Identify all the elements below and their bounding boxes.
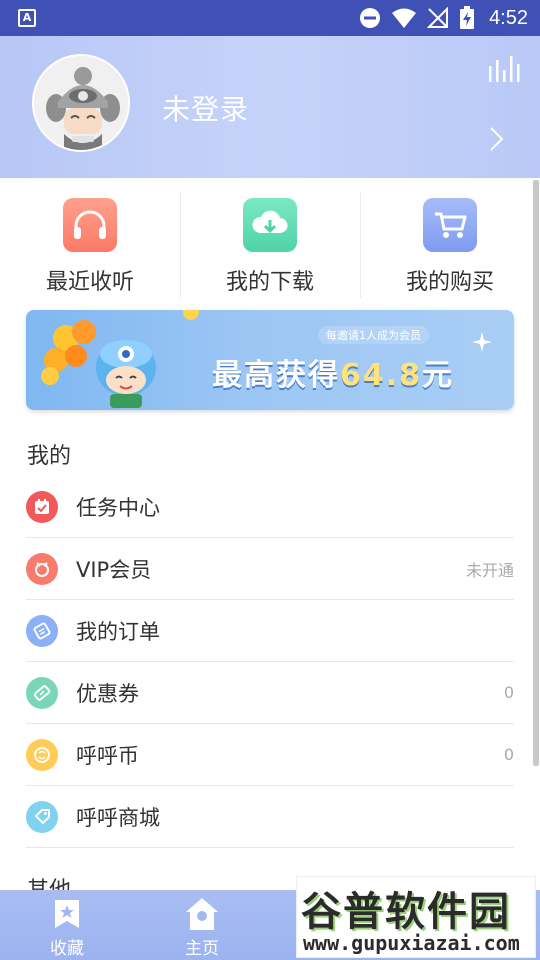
nav-home[interactable]: 主页 <box>152 890 252 960</box>
status-icons: 4:52 <box>359 0 528 36</box>
wifi-icon <box>392 8 417 28</box>
profile-header[interactable]: 未登录 <box>0 36 540 178</box>
shop-icon <box>26 800 58 833</box>
banner-headline: 最高获得64.8元 <box>212 350 454 394</box>
banner-unit: 元 <box>422 358 455 393</box>
shortcut-label: 我的下载 <box>225 270 314 295</box>
shortcut-downloads[interactable]: 我的下载 <box>180 178 360 298</box>
profile-screen: A 4:52 未登录 最近收听 我的下载 我的购买 每邀请1人成为会员 最高获得… <box>0 0 540 960</box>
menu-item-coupons[interactable]: 优惠券 0 <box>26 662 514 724</box>
shortcut-purchases[interactable]: 我的购买 <box>360 178 540 298</box>
section-title-mine: 我的 <box>27 444 72 469</box>
menu-item-vip[interactable]: VIP会员 未开通 <box>26 538 514 600</box>
vip-icon <box>26 552 58 585</box>
watermark: 谷普软件园 www.gupuxiazai.com <box>296 876 536 958</box>
app-notification-icon: A <box>18 9 36 27</box>
menu-item-label: 优惠券 <box>76 681 139 706</box>
menu-item-label: 任务中心 <box>76 495 160 520</box>
avatar[interactable] <box>32 54 130 152</box>
banner-prefix: 最高获得 <box>212 358 340 393</box>
favorites-icon <box>55 900 79 928</box>
shortcut-recent[interactable]: 最近收听 <box>0 178 180 298</box>
nav-favorites[interactable]: 收藏 <box>17 890 117 960</box>
cart-icon <box>423 198 477 252</box>
login-status[interactable]: 未登录 <box>162 88 249 128</box>
banner-amount: 64.8 <box>340 358 423 393</box>
no-signal-icon <box>427 7 449 28</box>
menu-item-label: 我的订单 <box>76 619 160 644</box>
nav-label: 主页 <box>185 939 219 959</box>
shortcut-label: 最近收听 <box>45 270 134 295</box>
sparkle-icon <box>472 332 492 352</box>
task-icon <box>26 490 58 523</box>
shortcut-row: 最近收听 我的下载 我的购买 <box>0 178 540 298</box>
menu-item-task-center[interactable]: 任务中心 <box>26 476 514 538</box>
headphones-icon <box>63 198 117 252</box>
status-bar: A 4:52 <box>0 0 540 36</box>
menu-item-label: VIP会员 <box>76 557 152 582</box>
menu-item-value: 0 <box>503 683 514 702</box>
menu-item-shop[interactable]: 呼呼商城 <box>26 786 514 848</box>
menu-item-coins[interactable]: 呼呼币 0 <box>26 724 514 786</box>
home-icon <box>186 898 218 930</box>
coin-icon <box>26 738 58 771</box>
mine-menu: 任务中心 VIP会员 未开通 我的订单 优惠券 0 呼呼币 0 呼呼商城 <box>26 476 514 848</box>
banner-subtitle: 每邀请1人成为会员 <box>318 326 429 344</box>
scrollbar[interactable] <box>533 180 539 766</box>
mascot-avatar-icon <box>34 56 128 150</box>
order-icon <box>26 614 58 647</box>
shortcut-label: 我的购买 <box>405 270 494 295</box>
menu-item-orders[interactable]: 我的订单 <box>26 600 514 662</box>
do-not-disturb-icon <box>360 8 381 28</box>
download-cloud-icon <box>243 198 297 252</box>
menu-item-value: 0 <box>503 745 514 764</box>
battery-charging-icon <box>460 6 475 29</box>
invite-banner[interactable]: 每邀请1人成为会员 最高获得64.8元 <box>26 310 514 410</box>
watermark-url: www.gupuxiazai.com <box>303 931 520 955</box>
coupon-icon <box>26 676 58 709</box>
menu-item-value: 未开通 <box>465 560 514 580</box>
stats-bars-icon[interactable] <box>488 52 520 82</box>
nav-label: 收藏 <box>50 939 84 959</box>
clock: 4:52 <box>489 6 528 29</box>
chevron-right-icon[interactable] <box>486 126 506 152</box>
watermark-logo-text: 谷普软件园 <box>301 889 511 935</box>
menu-item-label: 呼呼币 <box>76 743 139 768</box>
balloons-mascot-icon <box>41 310 199 408</box>
menu-item-label: 呼呼商城 <box>76 805 160 830</box>
